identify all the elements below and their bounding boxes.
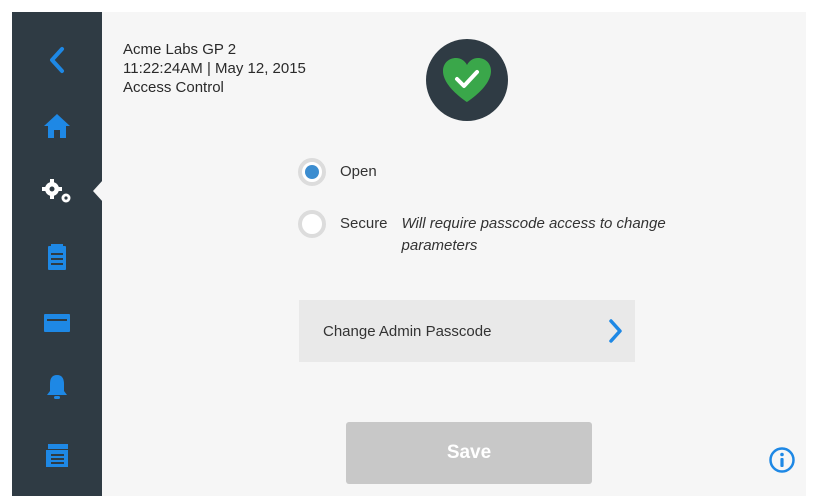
heart-check-icon xyxy=(443,58,491,102)
sidebar-item-clipboard[interactable] xyxy=(12,232,102,282)
change-admin-passcode-button[interactable]: Change Admin Passcode xyxy=(299,300,635,362)
open-radio[interactable] xyxy=(298,158,326,186)
back-button[interactable] xyxy=(12,35,102,85)
app-frame: Acme Labs GP 2 11:22:24AM | May 12, 2015… xyxy=(12,12,806,496)
status-indicator xyxy=(426,39,508,121)
save-button[interactable]: Save xyxy=(346,422,592,484)
back-chevron-icon xyxy=(50,47,64,73)
bell-icon xyxy=(47,375,67,399)
sidebar xyxy=(12,12,103,496)
open-label[interactable]: Open xyxy=(340,158,377,186)
access-option-secure[interactable]: Secure Will require passcode access to c… xyxy=(298,210,692,257)
save-label: Save xyxy=(446,442,492,463)
storage-card-icon xyxy=(44,314,70,332)
datetime: 11:22:24AM | May 12, 2015 xyxy=(123,60,306,77)
settings-gears-icon xyxy=(42,179,71,203)
sidebar-item-list[interactable] xyxy=(12,430,102,480)
sidebar-item-settings[interactable] xyxy=(12,166,103,216)
sidebar-item-storage[interactable] xyxy=(12,298,102,348)
secure-hint: Will require passcode access to change p… xyxy=(401,215,666,254)
list-tray-icon xyxy=(46,444,68,467)
device-name: Acme Labs GP 2 xyxy=(123,41,237,58)
info-icon xyxy=(769,447,795,473)
active-indicator xyxy=(93,180,103,202)
device-info: Acme Labs GP 2 11:22:24AM | May 12, 2015… xyxy=(123,40,306,97)
page-title: Access Control xyxy=(123,79,224,96)
clipboard-icon xyxy=(48,244,66,270)
change-admin-passcode-label: Change Admin Passcode xyxy=(323,322,492,340)
secure-label[interactable]: Secure xyxy=(340,210,388,238)
home-icon xyxy=(44,114,70,138)
info-button[interactable] xyxy=(768,446,796,474)
chevron-right-icon xyxy=(609,319,622,343)
secure-radio[interactable] xyxy=(298,210,326,238)
sidebar-item-alerts[interactable] xyxy=(12,362,102,412)
access-option-open[interactable]: Open xyxy=(298,158,377,186)
sidebar-item-home[interactable] xyxy=(12,101,102,151)
